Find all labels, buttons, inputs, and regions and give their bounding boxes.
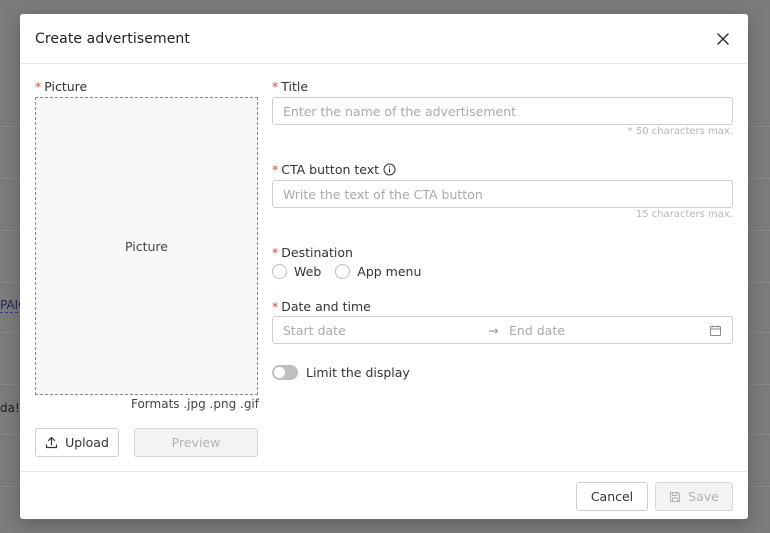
info-icon[interactable] [383,163,396,176]
required-marker: * [272,245,279,260]
radio-app-menu[interactable] [335,264,351,279]
bg-name-fragment: da! [0,401,20,415]
cta-hint: 15 characters max. [635,209,733,220]
required-marker: * [272,299,279,314]
required-marker: * [272,79,279,94]
title-label: * Title [272,79,308,94]
destination-option-app-menu[interactable]: App menu [335,264,421,279]
modal-header: Create advertisement [20,14,748,64]
preview-label: Preview [171,435,221,450]
title-label-text: Title [281,79,309,94]
destination-option-web[interactable]: Web [272,264,321,279]
cta-placeholder: Write the text of the CTA button [283,186,483,202]
picture-formats: Formats .jpg .png .gif [130,397,259,411]
picture-placeholder: Picture [125,238,168,254]
cta-label: * CTA button text [272,162,396,177]
date-range-picker[interactable]: Start date → End date [272,316,733,344]
toggle-knob [274,367,285,378]
date-time-label: * Date and time [272,299,371,314]
cancel-button[interactable]: Cancel [576,482,648,511]
start-date-input[interactable]: Start date [283,323,488,338]
save-button[interactable]: Save [655,482,733,511]
preview-button[interactable]: Preview [134,428,258,457]
title-hint: * 50 characters max. [627,126,733,137]
title-placeholder: Enter the name of the advertisement [283,103,517,119]
radio-web[interactable] [272,264,287,279]
upload-label: Upload [65,435,109,450]
save-icon [670,491,681,502]
modal-title: Create advertisement [35,30,190,47]
destination-option-label: Web [294,264,322,279]
date-range-arrow: → [488,322,499,338]
end-date-input[interactable]: End date [509,323,709,338]
title-input[interactable]: Enter the name of the advertisement [272,97,733,125]
limit-display-row: Limit the display [272,365,410,380]
calendar-icon[interactable] [709,324,722,337]
date-time-label-text: Date and time [281,299,371,314]
close-icon [717,32,729,45]
destination-label: * Destination [272,245,353,260]
upload-icon [45,436,58,449]
destination-label-text: Destination [281,245,353,260]
cancel-label: Cancel [590,489,634,504]
cta-label-text: CTA button text [281,162,380,177]
picture-label: * Picture [35,79,87,94]
required-marker: * [272,162,279,177]
picture-label-text: Picture [44,79,88,94]
close-button[interactable] [713,29,733,49]
destination-option-label: App menu [357,264,422,279]
create-advertisement-modal: Create advertisement * Picture Picture F… [20,14,748,519]
cta-input[interactable]: Write the text of the CTA button [272,180,733,208]
upload-button[interactable]: Upload [35,428,119,457]
save-label: Save [688,489,719,504]
required-marker: * [35,79,42,94]
destination-radio-group: Web App menu [272,264,421,279]
modal-footer: Cancel Save [20,471,748,519]
limit-display-label: Limit the display [306,365,410,380]
picture-dropzone[interactable]: Picture [35,97,258,395]
limit-display-toggle[interactable] [272,365,298,380]
